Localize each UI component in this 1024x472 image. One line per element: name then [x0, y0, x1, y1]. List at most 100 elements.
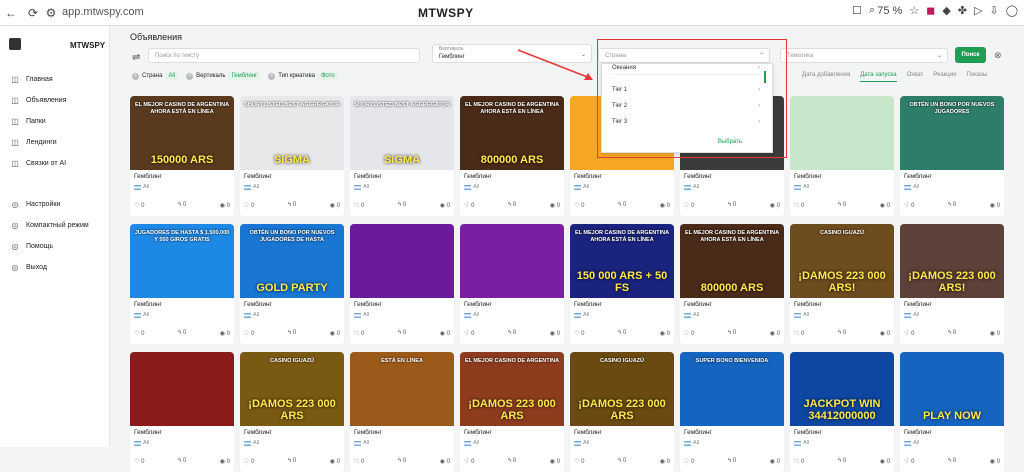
ad-card[interactable]: SHORTLISTED BEST AGGREGATOR SiGMA Гембли… [350, 96, 454, 216]
zoom-indicator[interactable]: ⌕ 75 % [869, 4, 902, 17]
media-icon[interactable]: ▷ [974, 4, 982, 17]
ad-card[interactable]: Гемблинг All ♡ 0 ϟ 0 ◉ 0 [460, 224, 564, 344]
close-icon[interactable]: × [186, 72, 194, 80]
ad-thumbnail[interactable] [460, 224, 564, 298]
sidebar-item-label: Компактный режим [26, 221, 89, 229]
sidebar-item[interactable]: ◎ Настройки [0, 199, 110, 209]
ad-card[interactable]: CASINO IGUAZÚ ¡DAMOS 223 000 ARS Гемблин… [240, 352, 344, 472]
ad-thumbnail[interactable]: EL MEJOR CASINO DE ARGENTINA ¡DAMOS 223 … [460, 352, 564, 426]
ad-card[interactable]: SHORTLISTED BEST AGGREGATOR SiGMA Гембли… [240, 96, 344, 216]
ad-card[interactable]: EL MEJOR CASINO DE ARGENTINA AHORA ESTÁ … [680, 224, 784, 344]
chip-value: Гемблинг [228, 72, 261, 80]
topic-select[interactable]: Тематика ⌄ [780, 48, 948, 63]
sidebar-item[interactable]: ◎ Компактный режим [0, 220, 110, 230]
ad-thumbnail[interactable] [130, 352, 234, 426]
ad-card[interactable]: EL MEJOR CASINO DE ARGENTINA AHORA ESTÁ … [130, 96, 234, 216]
ad-thumbnail[interactable] [790, 96, 894, 170]
extension-icon[interactable]: ◆ [942, 4, 950, 17]
sort-tab[interactable]: Показы [966, 72, 987, 82]
ad-card[interactable]: OBTÉN UN BONO POR NUEVOS JUGADORES Гембл… [900, 96, 1004, 216]
url-bar[interactable]: app.mtwspy.com [62, 6, 144, 18]
views-count: 0 [776, 331, 780, 337]
profile-icon[interactable]: ◯ [1006, 4, 1018, 17]
ad-thumbnail[interactable]: OBTÉN UN BONO POR NUEVOS JUGADORES DE HA… [240, 224, 344, 298]
extension-icon[interactable]: ◼ [926, 4, 935, 17]
ad-thumbnail[interactable]: OBTÉN UN BONO POR NUEVOS JUGADORES [900, 96, 1004, 170]
views-count: 0 [886, 203, 890, 209]
ad-stats: ♡ 0 ϟ 0 ◉ 0 [354, 458, 450, 465]
search-button[interactable]: Поиск [955, 47, 986, 63]
reach-stat: ϟ 0 [618, 458, 626, 465]
ad-thumbnail[interactable]: SHORTLISTED BEST AGGREGATOR SiGMA [240, 96, 344, 170]
ad-thumbnail[interactable]: PLAY NOW [900, 352, 1004, 426]
extension-icon[interactable]: ✤ [958, 4, 967, 17]
site-info-icon[interactable]: ⚙ [42, 4, 60, 22]
ad-thumbnail[interactable]: EL MEJOR CASINO DE ARGENTINA AHORA ESTÁ … [130, 96, 234, 170]
ad-card[interactable]: Гемблинг All ♡ 0 ϟ 0 ◉ 0 [130, 352, 234, 472]
reach-stat: ϟ 0 [948, 202, 956, 209]
search-input[interactable]: Поиск по тексту [148, 48, 420, 63]
ad-card[interactable]: SUPER BONO BIENVENIDA Гемблинг All ♡ 0 ϟ… [680, 352, 784, 472]
ad-thumbnail[interactable]: ESTÁ EN LÍNEA [350, 352, 454, 426]
ad-card[interactable]: Гемблинг All ♡ 0 ϟ 0 ◉ 0 [350, 224, 454, 344]
reload-icon[interactable]: ⟳ [24, 4, 42, 22]
ad-category: Гемблинг [354, 173, 382, 180]
back-icon[interactable]: ← [2, 4, 20, 22]
close-icon[interactable]: × [132, 72, 139, 80]
ad-thumbnail[interactable]: SUPER BONO BIENVENIDA [680, 352, 784, 426]
vertical-select[interactable]: Вертикаль Гемблинг ⌄ [432, 44, 592, 63]
flag-icon [794, 312, 801, 318]
ad-thumbnail[interactable]: EL MEJOR CASINO DE ARGENTINA AHORA ESTÁ … [460, 96, 564, 170]
reach-stat: ϟ 0 [948, 330, 956, 337]
filter-chip[interactable]: × Вертикаль Гемблинг [186, 72, 261, 80]
sidebar-item[interactable]: ◎ Помощь [0, 241, 110, 251]
ad-card[interactable]: CASINO IGUAZÚ ¡DAMOS 223 000 ARS Гемблин… [570, 352, 674, 472]
ad-card[interactable]: EL MEJOR CASINO DE ARGENTINA AHORA ESTÁ … [460, 96, 564, 216]
ad-thumbnail[interactable]: ¡DAMOS 223 000 ARS! [900, 224, 1004, 298]
clear-icon[interactable]: ⊗ [994, 50, 1002, 61]
ad-card[interactable]: EL MEJOR CASINO DE ARGENTINA AHORA ESTÁ … [570, 224, 674, 344]
ad-card[interactable]: ESTÁ EN LÍNEA Гемблинг All ♡ 0 ϟ 0 ◉ 0 [350, 352, 454, 472]
ad-category: Гемблинг [904, 301, 932, 308]
ad-card[interactable]: EL MEJOR CASINO DE ARGENTINA ¡DAMOS 223 … [460, 352, 564, 472]
ad-card[interactable]: PLAY NOW Гемблинг All ♡ 0 ϟ 0 ◉ 0 [900, 352, 1004, 472]
bolt-icon: ϟ [947, 330, 952, 336]
ad-card[interactable]: ¡DAMOS 223 000 ARS! Гемблинг All ♡ 0 ϟ 0… [900, 224, 1004, 344]
filter-sliders-icon[interactable]: ⇌ [132, 52, 140, 63]
ad-card[interactable]: JACKPOT WIN 34412000000 Гемблинг All ♡ 0… [790, 352, 894, 472]
ad-stats: ♡ 0 ϟ 0 ◉ 0 [574, 458, 670, 465]
views-stat: ◉ 0 [660, 202, 670, 209]
ad-thumbnail[interactable] [350, 224, 454, 298]
ad-card[interactable]: JUGADORES DE HASTA $ 1.500.000 Y 550 GIR… [130, 224, 234, 344]
sort-tab[interactable]: Дата добавления [802, 72, 850, 82]
ad-thumbnail[interactable]: EL MEJOR CASINO DE ARGENTINA AHORA ESTÁ … [680, 224, 784, 298]
filter-chip[interactable]: × Страна All [132, 72, 179, 80]
close-icon[interactable]: × [268, 72, 276, 80]
flag-icon [904, 440, 911, 446]
views-stat: ◉ 0 [880, 458, 890, 465]
sidebar-item[interactable]: ◫ Папки [0, 116, 110, 126]
ad-thumbnail[interactable]: EL MEJOR CASINO DE ARGENTINA AHORA ESTÁ … [570, 224, 674, 298]
ad-thumbnail[interactable]: CASINO IGUAZÚ ¡DAMOS 223 000 ARS [570, 352, 674, 426]
ad-thumbnail[interactable]: JUGADORES DE HASTA $ 1.500.000 Y 550 GIR… [130, 224, 234, 298]
download-icon[interactable]: ⇩ [989, 4, 998, 17]
sidebar-item[interactable]: ◫ Лендинги [0, 137, 110, 147]
ad-card[interactable]: CASINO IGUAZÚ ¡DAMOS 223 000 ARS! Гембли… [790, 224, 894, 344]
ad-thumbnail[interactable]: SHORTLISTED BEST AGGREGATOR SiGMA [350, 96, 454, 170]
ad-thumbnail[interactable]: CASINO IGUAZÚ ¡DAMOS 223 000 ARS [240, 352, 344, 426]
ad-thumbnail[interactable]: CASINO IGUAZÚ ¡DAMOS 223 000 ARS! [790, 224, 894, 298]
star-icon[interactable]: ☆ [909, 4, 919, 17]
ad-card[interactable]: OBTÉN UN BONO POR NUEVOS JUGADORES DE HA… [240, 224, 344, 344]
sort-tab[interactable]: Реакции [933, 72, 956, 82]
ad-card[interactable]: Гемблинг All ♡ 0 ϟ 0 ◉ 0 [790, 96, 894, 216]
sidebar-item[interactable]: ◎ Выход [0, 262, 110, 272]
sidebar-item[interactable]: ◫ Главная [0, 74, 110, 84]
filter-chip[interactable]: × Тип креатива Фото [268, 72, 338, 80]
sort-tab[interactable]: Охват [907, 72, 924, 82]
sort-tab[interactable]: Дата запуска [860, 72, 897, 82]
ad-stats: ♡ 0 ϟ 0 ◉ 0 [354, 202, 450, 209]
ad-thumbnail[interactable]: JACKPOT WIN 34412000000 [790, 352, 894, 426]
sidebar-item[interactable]: ◫ Объявления [0, 95, 110, 105]
bookmark-icon[interactable]: ☐ [852, 4, 862, 17]
sidebar-item[interactable]: ◫ Связки от AI [0, 158, 110, 168]
